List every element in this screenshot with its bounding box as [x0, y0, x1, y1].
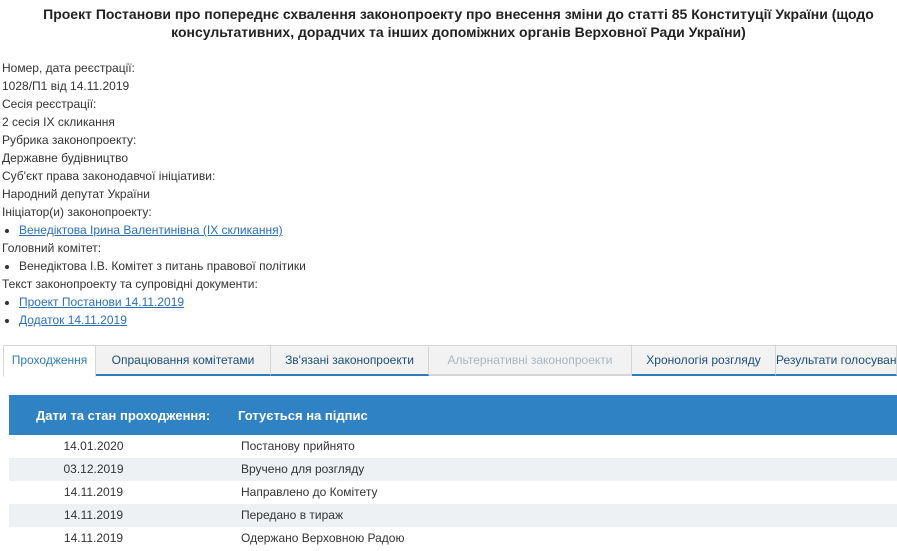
row-date: 14.11.2019: [63, 531, 124, 545]
subject-label: Суб'єкт права законодавчої ініціативи:: [2, 169, 216, 183]
doc-link-appendix[interactable]: Додаток 14.11.2019: [19, 313, 127, 327]
table-row: 14.11.2019 Направлено до Комітету: [9, 481, 897, 504]
tab-related-bills[interactable]: Зв'язані законопроекти: [271, 345, 429, 376]
row-status: Вручено для розгляду: [241, 462, 365, 476]
table-row: 14.01.2020 Постанову прийнято: [9, 435, 897, 458]
row-status: Передано в тираж: [241, 508, 343, 522]
session-value: 2 сесія IX скликання: [2, 115, 115, 129]
initiator-link[interactable]: Венедіктова Ірина Валентинівна (IX склик…: [19, 223, 283, 237]
table-row: 14.11.2019 Одержано Верховною Радою: [9, 527, 897, 550]
tab-alternative-bills: Альтернативні законопроекти: [429, 345, 632, 376]
tab-voting-results[interactable]: Результати голосування: [776, 345, 897, 376]
docs-list: Проект Постанови 14.11.2019 Додаток 14.1…: [2, 293, 882, 329]
tab-progress[interactable]: Проходження: [3, 345, 96, 377]
subject-value: Народний депутат України: [2, 187, 150, 201]
list-item: Венедіктова Ірина Валентинівна (IX склик…: [2, 221, 882, 239]
header-dates-label: Дати та стан проходження:: [36, 407, 211, 423]
tab-chronology[interactable]: Хронологія розгляду: [632, 345, 776, 376]
committee-list: Венедіктова І.В. Комітет з питань правов…: [2, 257, 882, 275]
tab-bar: Проходження Опрацювання комітетами Зв'яз…: [3, 345, 897, 377]
row-status: Постанову прийнято: [241, 439, 355, 453]
list-item: Додаток 14.11.2019: [2, 311, 882, 329]
row-status: Одержано Верховною Радою: [241, 531, 405, 545]
progress-panel: Дати та стан проходження: Готується на п…: [9, 395, 897, 550]
committee-label: Головний комітет:: [2, 241, 102, 255]
row-status: Направлено до Комітету: [241, 485, 378, 499]
progress-header: Дати та стан проходження: Готується на п…: [9, 395, 897, 435]
docs-label: Текст законопроекту та супровідні докуме…: [2, 277, 258, 291]
initiator-list: Венедіктова Ірина Валентинівна (IX склик…: [2, 221, 882, 239]
row-date: 14.11.2019: [63, 508, 124, 522]
row-date: 14.01.2020: [63, 439, 124, 453]
page-title: Проект Постанови про попереднє схвалення…: [43, 6, 874, 40]
table-row: 14.11.2019 Передано в тираж: [9, 504, 897, 527]
session-label: Сесія реєстрації:: [2, 97, 97, 111]
row-date: 03.12.2019: [63, 462, 124, 476]
bill-info: Номер, дата реєстрації: 1028/П1 від 14.1…: [2, 59, 882, 329]
row-date: 14.11.2019: [63, 485, 124, 499]
reg-label: Номер, дата реєстрації:: [2, 61, 135, 75]
rubric-value: Державне будівництво: [2, 151, 129, 165]
rubric-label: Рубрика законопроекту:: [2, 133, 137, 147]
header-current-status: Готується на підпис: [238, 407, 368, 423]
list-item: Проект Постанови 14.11.2019: [2, 293, 882, 311]
committee-value: Венедіктова І.В. Комітет з питань правов…: [2, 257, 882, 275]
doc-link-resolution[interactable]: Проект Постанови 14.11.2019: [19, 295, 184, 309]
tab-committees[interactable]: Опрацювання комітетами: [96, 345, 271, 376]
initiator-label: Ініціатор(и) законопроекту:: [2, 205, 152, 219]
table-row: 03.12.2019 Вручено для розгляду: [9, 458, 897, 481]
reg-value: 1028/П1 від 14.11.2019: [2, 79, 130, 93]
